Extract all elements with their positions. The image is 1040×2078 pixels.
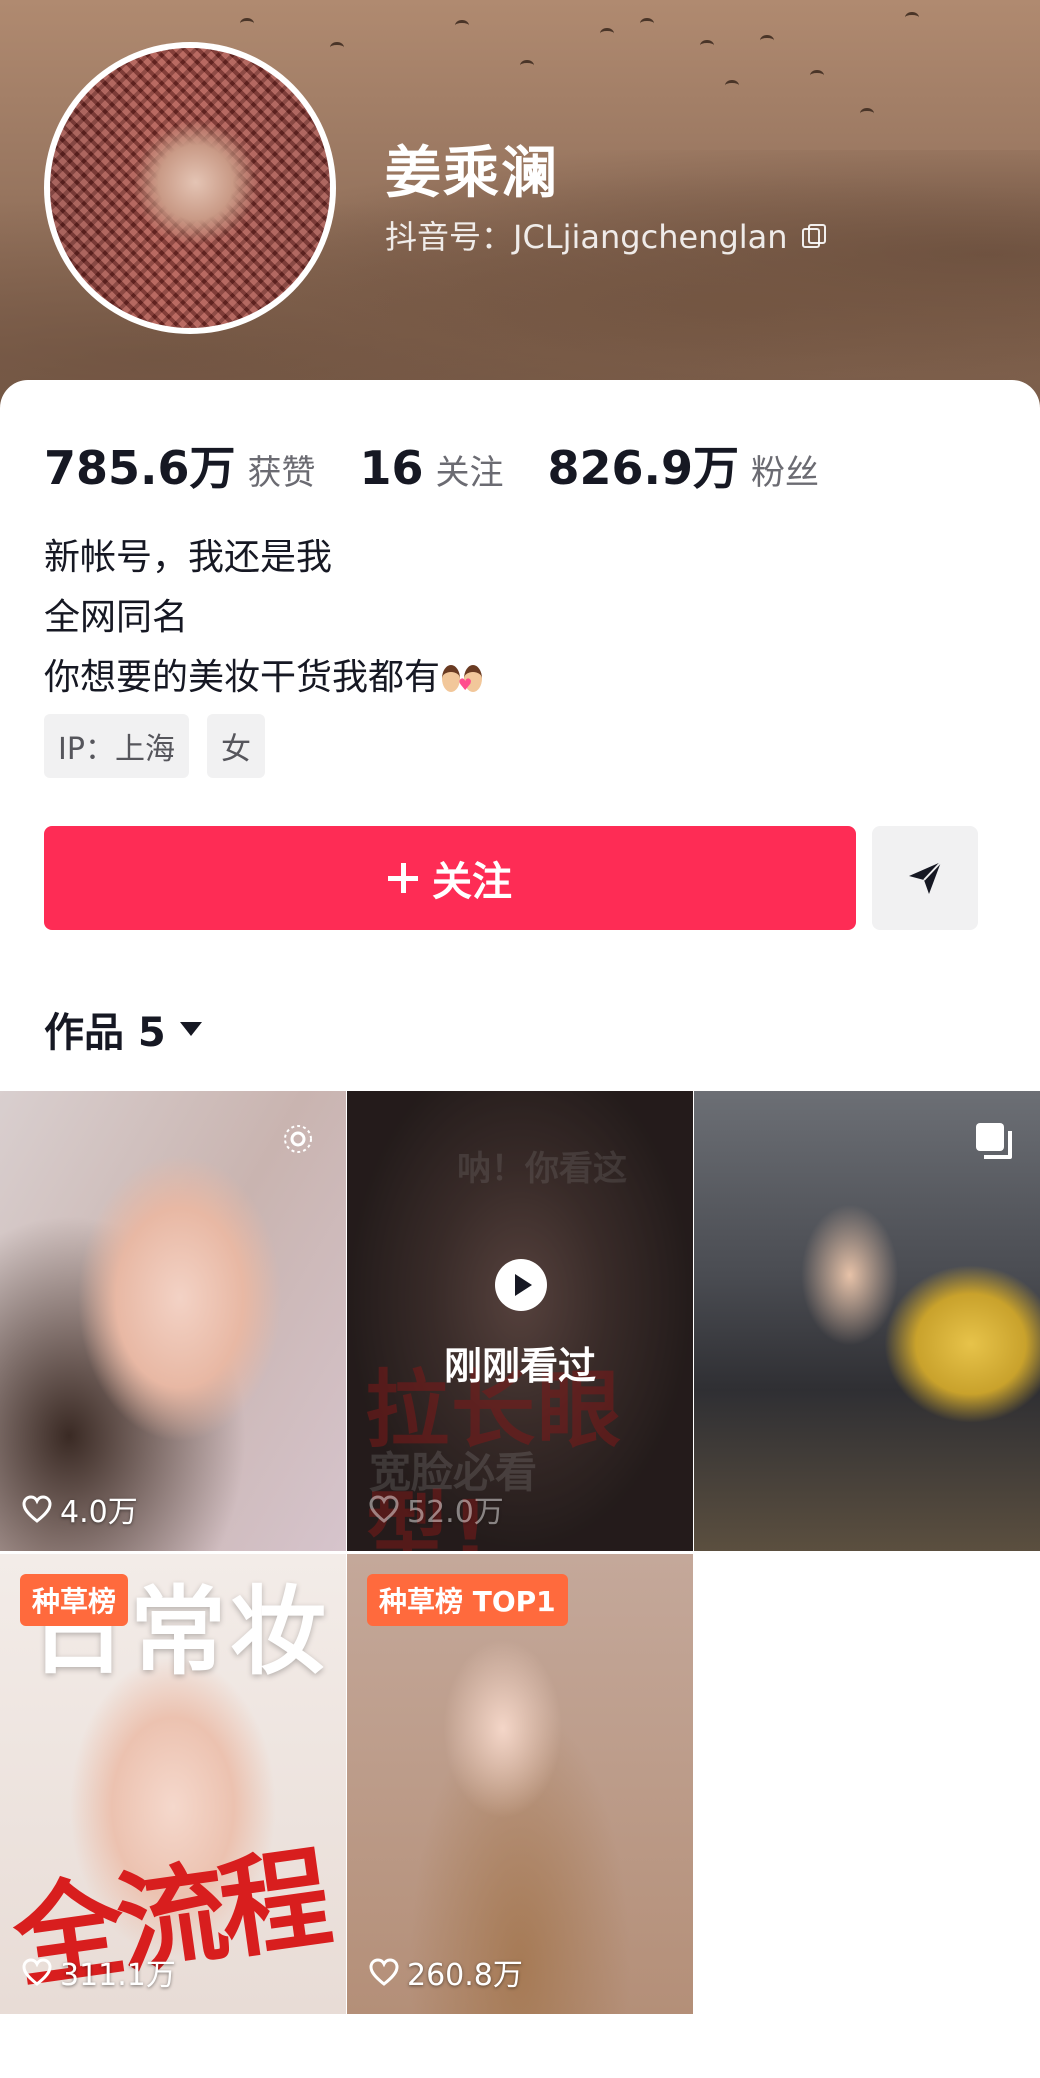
- bird-decoration: [240, 18, 254, 29]
- bird-decoration: [600, 28, 614, 39]
- video-tile[interactable]: [694, 1091, 1040, 1551]
- video-tile[interactable]: 日常妆 种草榜 全流程 311.1万: [0, 1554, 346, 2014]
- bird-decoration: [455, 20, 469, 31]
- message-button[interactable]: [872, 826, 978, 930]
- bio: 新帐号，我还是我 全网同名 你想要的美妆干货我都有 ♥: [44, 528, 486, 708]
- tab-works-label: 作品 5: [44, 1010, 166, 1056]
- follow-button-label: 关注: [432, 859, 512, 905]
- stat-value: 785.6万: [44, 441, 236, 495]
- username: 姜乘澜: [385, 141, 559, 206]
- avatar-image: [50, 48, 330, 328]
- bio-line: 全网同名: [44, 597, 189, 638]
- plus-icon: [388, 863, 418, 893]
- ranking-badge: 种草榜: [20, 1574, 129, 1626]
- heart-icon: [22, 1495, 52, 1523]
- live-icon: [284, 1125, 312, 1153]
- stat-label: 粉丝: [751, 453, 820, 493]
- ranking-badge: 种草榜 TOP1: [367, 1574, 568, 1626]
- video-tile[interactable]: 呐！你看这 拉长眼型! 宽脸必看 刚刚看过 52.0万: [347, 1091, 693, 1551]
- video-likes: 52.0万: [369, 1487, 504, 1531]
- stat-value: 16: [359, 441, 424, 495]
- heart-icon: [22, 1958, 52, 1986]
- stats-row: 785.6万 获赞 16 关注 826.9万 粉丝: [44, 432, 863, 498]
- bird-decoration: [520, 60, 534, 71]
- copy-icon[interactable]: [801, 224, 826, 248]
- video-likes: 260.8万: [369, 1950, 523, 1994]
- ip-location-tag: IP：上海: [44, 714, 189, 778]
- profile-card: 785.6万 获赞 16 关注 826.9万 粉丝 新帐号，我还是我 全网同名 …: [0, 380, 1040, 2078]
- bird-decoration: [700, 40, 714, 51]
- stat-value: 826.9万: [547, 441, 740, 495]
- tab-works[interactable]: 作品 5: [44, 1000, 202, 1058]
- bird-decoration: [860, 108, 874, 119]
- bird-decoration: [760, 35, 774, 46]
- stat-followers[interactable]: 826.9万 粉丝: [548, 432, 820, 498]
- likes-count: 260.8万: [407, 1958, 523, 1993]
- follow-button[interactable]: 关注: [44, 826, 856, 930]
- douyin-id-text: 抖音号：JCLjiangchenglan: [385, 218, 788, 256]
- send-icon: [909, 861, 942, 894]
- heart-icon: [369, 1495, 399, 1523]
- play-icon: [495, 1259, 547, 1311]
- bird-decoration: [640, 18, 654, 29]
- likes-count: 311.1万: [60, 1958, 176, 1993]
- video-tile[interactable]: 种草榜 TOP1 260.8万: [347, 1554, 693, 2014]
- stat-likes[interactable]: 785.6万 获赞: [44, 432, 316, 498]
- video-likes: 311.1万: [22, 1950, 176, 1994]
- video-grid: 4.0万 呐！你看这 拉长眼型! 宽脸必看 刚刚看过 52.0万 日常妆 种草榜…: [0, 1091, 1040, 2014]
- gender-tag: 女: [206, 714, 265, 778]
- bird-decoration: [725, 80, 739, 91]
- heart-icon: [369, 1958, 399, 1986]
- bio-line: 新帐号，我还是我: [44, 537, 333, 578]
- bio-line: 你想要的美妆干货我都有: [44, 657, 441, 698]
- empty-grid-cell: [694, 1554, 1040, 2014]
- avatar[interactable]: [44, 42, 336, 334]
- video-tile[interactable]: 4.0万: [0, 1091, 346, 1551]
- bird-decoration: [330, 42, 344, 53]
- bird-decoration: [810, 70, 824, 81]
- profile-banner: 姜乘澜 抖音号：JCLjiangchenglan: [0, 0, 1040, 420]
- likes-count: 4.0万: [60, 1495, 138, 1530]
- recently-watched-label: 刚刚看过: [443, 1344, 596, 1388]
- likes-count: 52.0万: [407, 1495, 504, 1530]
- bird-decoration: [905, 12, 919, 23]
- bio-line-with-emoji: 你想要的美妆干货我都有 ♥: [44, 648, 486, 708]
- video-likes: 4.0万: [22, 1487, 138, 1531]
- stat-label: 获赞: [247, 453, 316, 493]
- caret-down-icon: [179, 1022, 202, 1036]
- stat-label: 关注: [435, 453, 504, 493]
- watched-overlay: [347, 1091, 693, 1551]
- stat-following[interactable]: 16 关注: [360, 441, 504, 495]
- tag-list: IP：上海 女: [44, 714, 265, 778]
- couple-emoji-icon: ♥: [440, 655, 486, 695]
- multi-image-icon: [976, 1123, 1012, 1159]
- douyin-id: 抖音号：JCLjiangchenglan: [385, 212, 826, 258]
